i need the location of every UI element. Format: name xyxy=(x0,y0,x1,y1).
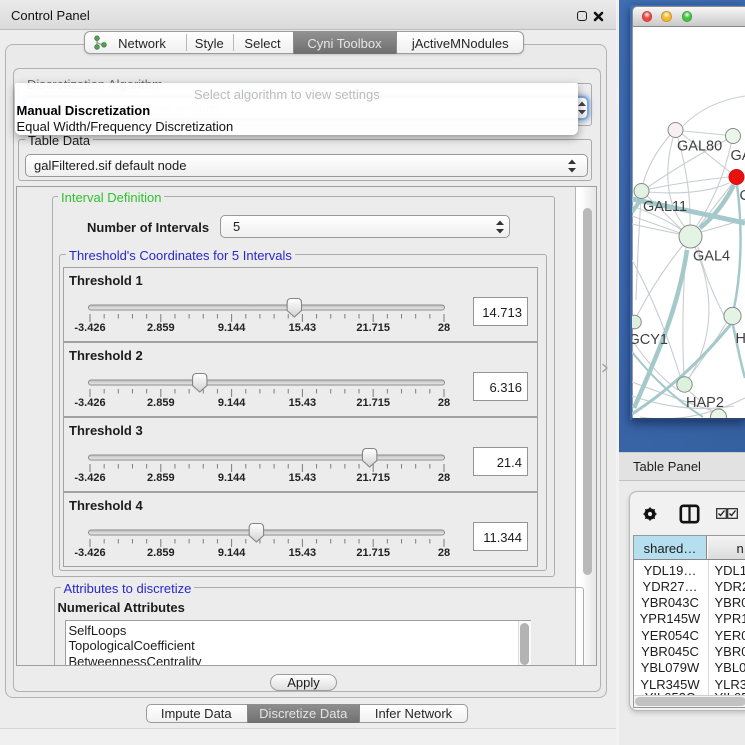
svg-text:HAP2: HAP2 xyxy=(686,395,724,411)
svg-text:GAL11: GAL11 xyxy=(643,199,687,215)
svg-text:GCY1: GCY1 xyxy=(632,332,668,348)
svg-text:C: C xyxy=(740,188,745,204)
svg-text:GAL80: GAL80 xyxy=(677,139,722,155)
svg-text:H: H xyxy=(736,331,745,347)
svg-text:GAL: GAL xyxy=(731,148,745,164)
svg-text:GAL4: GAL4 xyxy=(693,249,730,265)
